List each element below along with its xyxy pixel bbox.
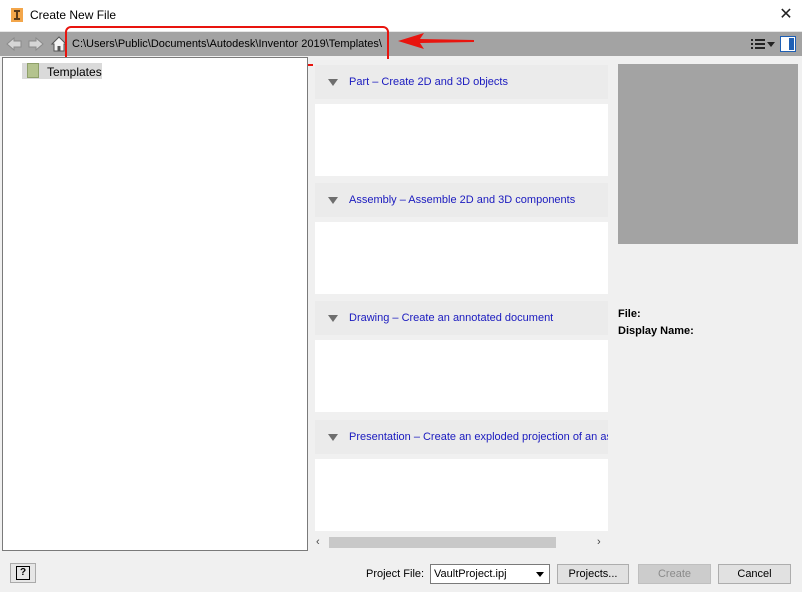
folder-tree-panel xyxy=(2,57,308,551)
section-body-assembly xyxy=(315,222,608,294)
file-label: File: xyxy=(618,308,641,320)
projects-button[interactable]: Projects... xyxy=(557,564,629,584)
collapse-triangle-icon[interactable] xyxy=(328,197,338,204)
project-file-value: VaultProject.ipj xyxy=(434,568,507,580)
section-title-drawing[interactable]: Drawing – Create an annotated document xyxy=(349,312,605,324)
scroll-left-icon[interactable]: ‹ xyxy=(316,536,320,548)
back-arrow-icon[interactable] xyxy=(5,35,23,53)
section-title-part[interactable]: Part – Create 2D and 3D objects xyxy=(349,76,605,88)
template-preview xyxy=(618,64,798,244)
tree-item-label: Templates xyxy=(47,65,102,79)
folder-icon xyxy=(27,63,39,78)
scrollbar-thumb[interactable] xyxy=(329,537,556,548)
create-button[interactable]: Create xyxy=(638,564,711,584)
inventor-app-icon xyxy=(11,8,23,22)
section-body-drawing xyxy=(315,340,608,412)
collapse-triangle-icon[interactable] xyxy=(328,315,338,322)
chevron-down-icon xyxy=(536,572,544,577)
preview-panel-icon[interactable] xyxy=(780,36,796,52)
section-title-presentation[interactable]: Presentation – Create an exploded projec… xyxy=(349,431,608,443)
collapse-triangle-icon[interactable] xyxy=(328,434,338,441)
forward-arrow-icon[interactable] xyxy=(27,35,45,53)
project-file-label: Project File: xyxy=(366,568,425,580)
section-title-assembly[interactable]: Assembly – Assemble 2D and 3D components xyxy=(349,194,605,206)
close-button[interactable]: ✕ xyxy=(772,2,800,28)
annotation-arrow-icon xyxy=(398,33,474,49)
display-name-label: Display Name: xyxy=(618,325,694,337)
view-options-icon[interactable] xyxy=(750,36,776,52)
collapse-triangle-icon[interactable] xyxy=(328,79,338,86)
scroll-right-icon[interactable]: › xyxy=(597,536,601,548)
cancel-button[interactable]: Cancel xyxy=(718,564,791,584)
section-body-part xyxy=(315,104,608,176)
help-icon: ? xyxy=(16,566,30,580)
window-title: Create New File xyxy=(30,8,117,22)
section-body-presentation xyxy=(315,459,608,531)
